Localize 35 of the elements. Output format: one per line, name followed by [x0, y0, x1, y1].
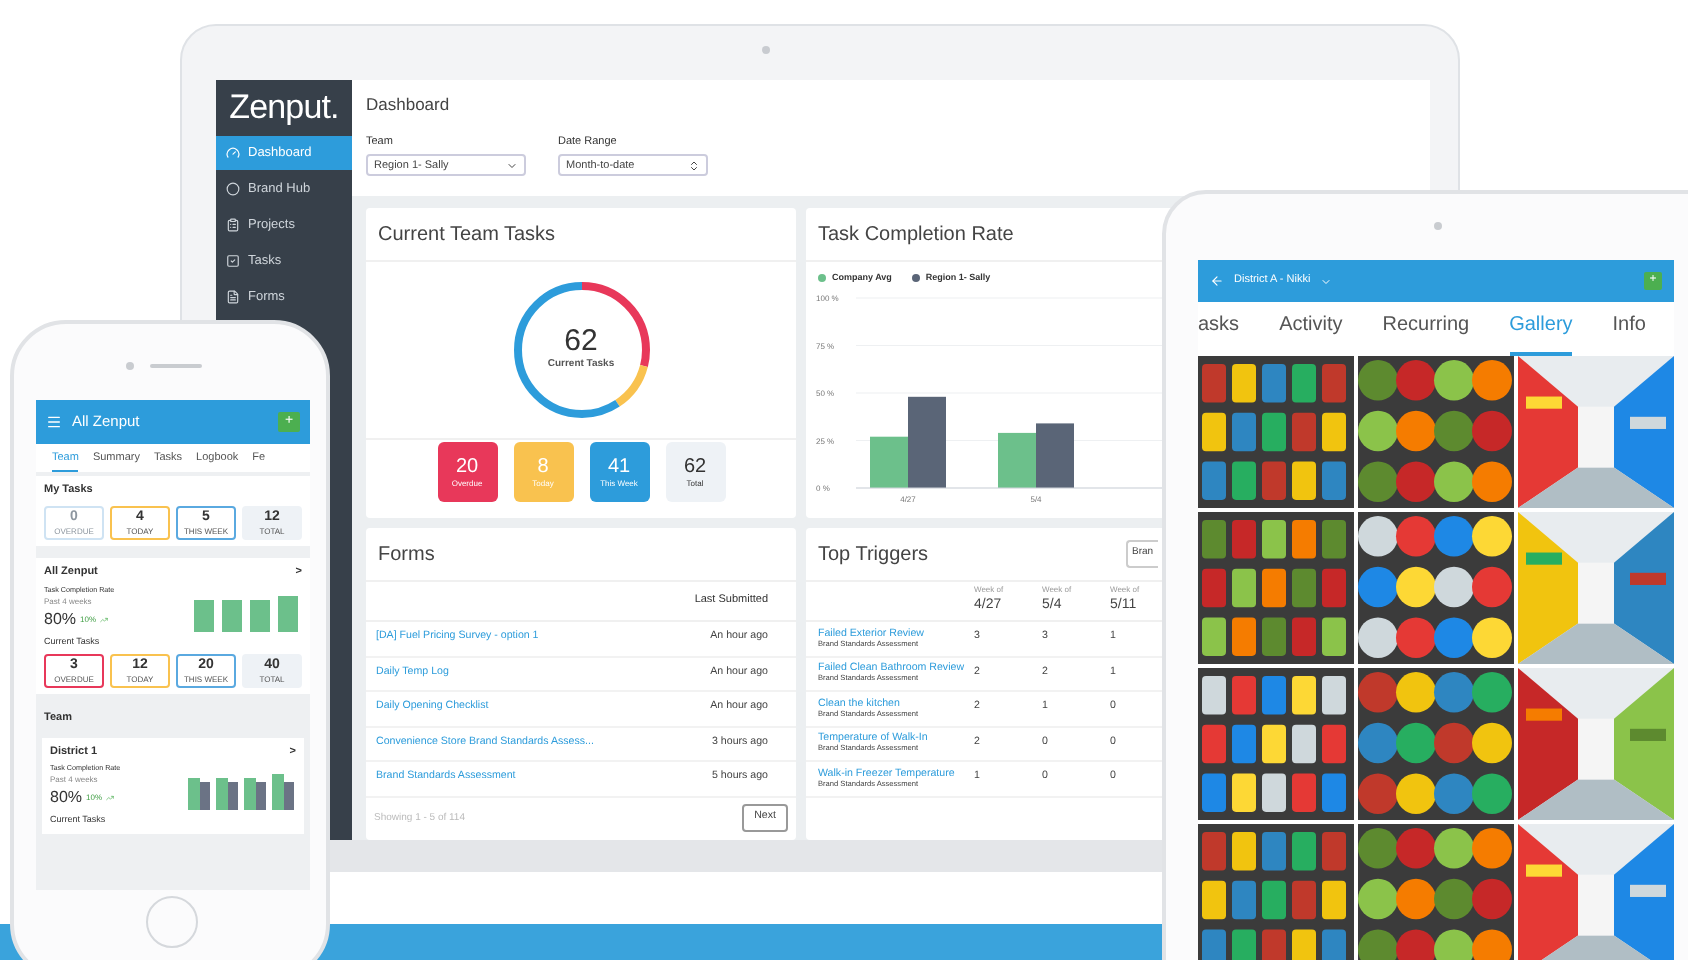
task-count: 62: [683, 455, 707, 477]
sidebar-icon: [226, 254, 240, 268]
card-title: Top Triggers: [818, 541, 929, 569]
task-count: 8: [537, 455, 549, 477]
sidebar-icon: [226, 218, 240, 232]
task-count: 20: [455, 455, 479, 477]
rate-value: 80%: [50, 786, 83, 811]
sidebar-icon: [226, 146, 240, 160]
tab[interactable]: Recurring: [1382, 310, 1470, 356]
tab[interactable]: Info: [1612, 310, 1646, 356]
tab[interactable]: Activity: [1279, 310, 1343, 356]
menu-icon[interactable]: [46, 414, 62, 430]
camera-icon: [762, 46, 770, 54]
task-count: 41: [607, 455, 631, 477]
card-title: Task Completion Rate: [818, 221, 1014, 249]
camera-icon: [126, 362, 134, 370]
mini-bar-chart-drawing: [184, 770, 296, 811]
tab[interactable]: asks: [1198, 310, 1240, 356]
trend-icon: [100, 615, 109, 624]
page-title: Dashboard: [366, 91, 450, 117]
bar: [1036, 422, 1074, 488]
caret-icon[interactable]: [1320, 275, 1333, 287]
caret-icon: [506, 159, 518, 172]
trend-icon: [106, 794, 115, 803]
sidebar-icon: [226, 182, 240, 196]
bar: [998, 432, 1036, 488]
mini-bar-chart-drawing: [190, 591, 302, 632]
sidebar-icon: [226, 290, 240, 304]
camera-icon: [1434, 222, 1442, 230]
card-title: Current Team Tasks: [378, 221, 556, 249]
rate-value: 80%: [44, 607, 77, 632]
back-icon[interactable]: [1210, 274, 1224, 288]
card-title: Forms: [378, 541, 435, 569]
logo: Zenput.: [229, 86, 339, 131]
total-count: 62: [564, 326, 598, 359]
